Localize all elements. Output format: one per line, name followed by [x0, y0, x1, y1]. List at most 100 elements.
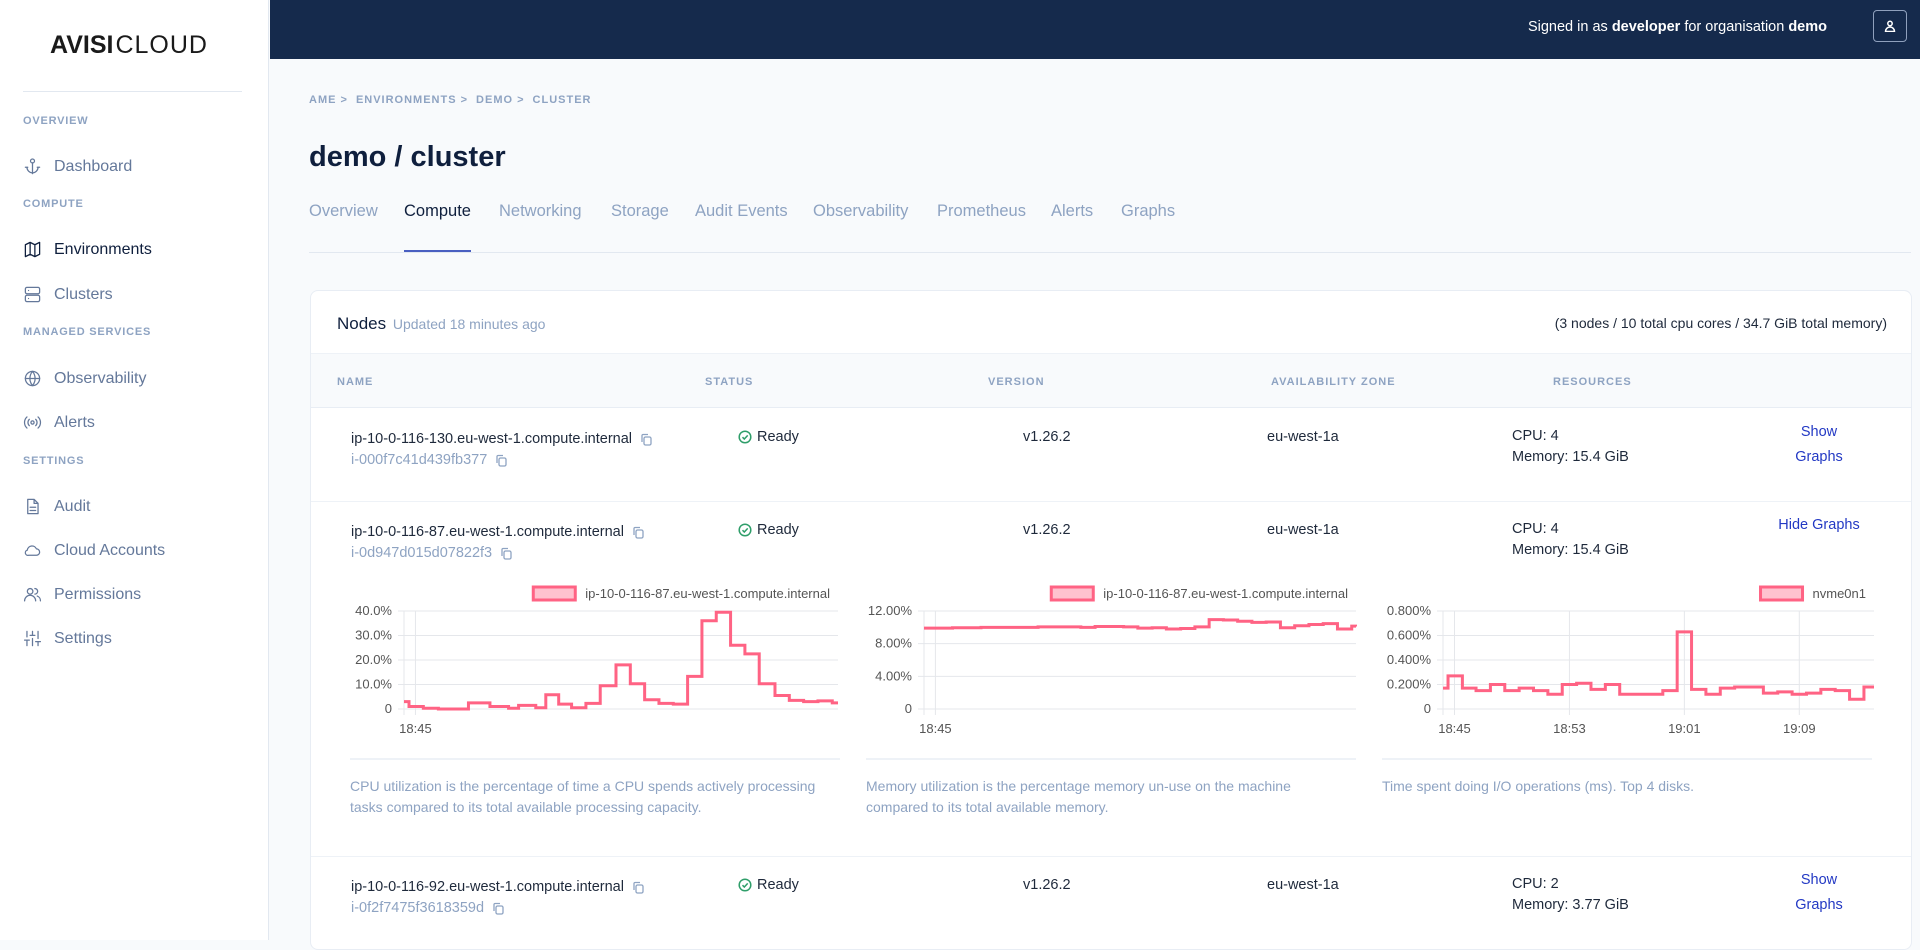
memory-amount: Memory: 3.77 GiB	[1512, 897, 1629, 913]
tab-compute[interactable]: Compute	[404, 202, 471, 252]
y-tick-label: 0	[1424, 701, 1431, 716]
section-compute: COMPUTE	[23, 198, 84, 210]
table-row: ip-10-0-116-92.eu-west-1.compute.interna…	[311, 857, 1911, 949]
cpu-count: CPU: 2	[1512, 876, 1559, 892]
chart-divider	[350, 758, 840, 760]
copy-icon[interactable]	[492, 902, 505, 915]
status-badge: Ready	[738, 429, 799, 445]
check-circle-icon	[738, 523, 752, 537]
y-tick-label: 12.00%	[868, 603, 913, 618]
availability-zone: eu-west-1a	[1267, 877, 1339, 893]
disk-chart-description: Time spent doing I/O operations (ms). To…	[1382, 778, 1695, 794]
breadcrumb-home[interactable]: AME >	[309, 94, 348, 106]
instance-id: i-0d947d015d07822f3	[351, 545, 493, 561]
sidebar-item-alerts[interactable]: Alerts	[23, 413, 95, 432]
status-text: Ready	[757, 429, 799, 445]
tab-networking[interactable]: Networking	[499, 202, 582, 252]
tab-observability[interactable]: Observability	[813, 202, 908, 252]
tab-graphs[interactable]: Graphs	[1121, 202, 1175, 252]
cpu-count: CPU: 4	[1512, 521, 1559, 537]
logo-bold: AVISI	[50, 30, 114, 59]
tab-storage[interactable]: Storage	[611, 202, 669, 252]
x-tick-label: 19:09	[1783, 721, 1816, 736]
col-status: STATUS	[705, 376, 754, 388]
col-version: VERSION	[988, 376, 1045, 388]
username: developer	[1611, 19, 1681, 35]
cpu-utilization-chart: 0 10.0% 20.0% 30.0% 40.0% 18:45 ip-10-0-116-87…	[355, 585, 838, 736]
sidebar-item-label: Dashboard	[54, 157, 133, 175]
link-line: Show	[1800, 872, 1838, 888]
resources: CPU: 2 Memory: 3.77 GiB	[1512, 874, 1629, 916]
series-line	[404, 610, 838, 711]
copy-icon[interactable]	[632, 526, 645, 539]
sliders-icon	[23, 630, 42, 647]
memory-chart-description: Memory utilization is the percentage mem…	[866, 778, 1291, 815]
sidebar-item-settings[interactable]: Settings	[23, 629, 112, 648]
sidebar-item-clusters[interactable]: Clusters	[23, 285, 113, 304]
node-name: ip-10-0-116-130.eu-west-1.compute.intern…	[351, 431, 633, 447]
copy-icon[interactable]	[495, 454, 508, 467]
x-tick-label: 18:45	[919, 721, 952, 736]
breadcrumb-environments[interactable]: ENVIRONMENTS >	[356, 94, 468, 106]
user-menu-button[interactable]	[1873, 10, 1907, 42]
sidebar-item-label: Audit	[54, 497, 91, 515]
organisation-name: demo	[1788, 19, 1827, 35]
y-tick-label: 0	[385, 701, 392, 716]
y-tick-label: 10.0%	[355, 677, 392, 692]
y-tick-label: 30.0%	[355, 628, 392, 643]
top-bar: Signed in as developer for organisation …	[270, 0, 1920, 59]
memory-amount: Memory: 15.4 GiB	[1512, 542, 1629, 558]
document-icon	[27, 498, 39, 515]
sidebar-item-audit[interactable]: Audit	[23, 497, 90, 516]
x-tick-label: 18:53	[1553, 721, 1586, 736]
legend-swatch	[1759, 585, 1805, 602]
users-icon	[23, 587, 42, 602]
instance-id: i-0f2f7475f3618359d	[351, 900, 485, 916]
breadcrumb-demo[interactable]: DEMO >	[476, 94, 524, 106]
disk-io-chart: 0 0.200% 0.400% 0.600% 0.800% 18:45 18:53 19:01…	[1387, 585, 1874, 736]
signed-mid: for organisation	[1680, 19, 1789, 35]
tab-overview[interactable]: Overview	[309, 202, 378, 252]
updated-timestamp: Updated 18 minutes ago	[392, 316, 546, 332]
chart-divider	[1382, 758, 1872, 760]
copy-icon[interactable]	[632, 881, 645, 894]
sidebar-divider	[23, 91, 242, 92]
show-graphs-link[interactable]: Show Graphs	[1769, 420, 1869, 470]
sidebar-item-observability[interactable]: Observability	[23, 369, 146, 388]
series-line	[924, 618, 1357, 631]
legend-label: nvme0n1	[1813, 586, 1866, 601]
page-title: demo / cluster	[309, 141, 506, 173]
sidebar-item-cloud-accounts[interactable]: Cloud Accounts	[23, 541, 165, 560]
status-text: Ready	[757, 522, 799, 538]
anchor-icon	[24, 158, 41, 175]
sidebar-item-permissions[interactable]: Permissions	[23, 585, 141, 604]
resources: CPU: 4 Memory: 15.4 GiB	[1512, 426, 1629, 468]
copy-icon[interactable]	[640, 433, 653, 446]
avisi-cloud-logo[interactable]: AVISI CLOUD	[50, 30, 208, 59]
node-name-cell: ip-10-0-116-87.eu-west-1.compute.interna…	[351, 524, 645, 561]
tab-audit-events[interactable]: Audit Events	[695, 202, 788, 252]
sidebar-item-label: Observability	[54, 369, 147, 387]
copy-icon[interactable]	[500, 547, 513, 560]
status-badge: Ready	[738, 522, 799, 538]
check-circle-icon	[738, 878, 752, 892]
hide-graphs-link[interactable]: Hide Graphs	[1769, 513, 1869, 538]
resources: CPU: 4 Memory: 15.4 GiB	[1512, 519, 1629, 561]
availability-zone: eu-west-1a	[1267, 522, 1339, 538]
x-tick-label: 19:01	[1668, 721, 1701, 736]
sidebar-item-environments[interactable]: Environments	[23, 240, 152, 259]
x-tick-label: 18:45	[399, 721, 432, 736]
breadcrumb-cluster[interactable]: CLUSTER	[533, 94, 592, 106]
sidebar-item-dashboard[interactable]: Dashboard	[23, 157, 132, 176]
section-overview: OVERVIEW	[23, 115, 89, 127]
show-graphs-link[interactable]: Show Graphs	[1769, 868, 1869, 918]
link-line: Graphs	[1795, 449, 1843, 465]
y-tick-label: 0.200%	[1387, 677, 1432, 692]
memory-amount: Memory: 15.4 GiB	[1512, 449, 1629, 465]
tab-alerts[interactable]: Alerts	[1051, 202, 1093, 252]
broadcast-icon	[23, 416, 42, 429]
globe-icon	[24, 370, 41, 387]
tab-prometheus[interactable]: Prometheus	[937, 202, 1026, 252]
sidebar: AVISI CLOUD OVERVIEW Dashboard COMPUTE En…	[0, 0, 269, 940]
nodes-summary: (3 nodes / 10 total cpu cores / 34.7 GiB…	[1554, 315, 1887, 331]
